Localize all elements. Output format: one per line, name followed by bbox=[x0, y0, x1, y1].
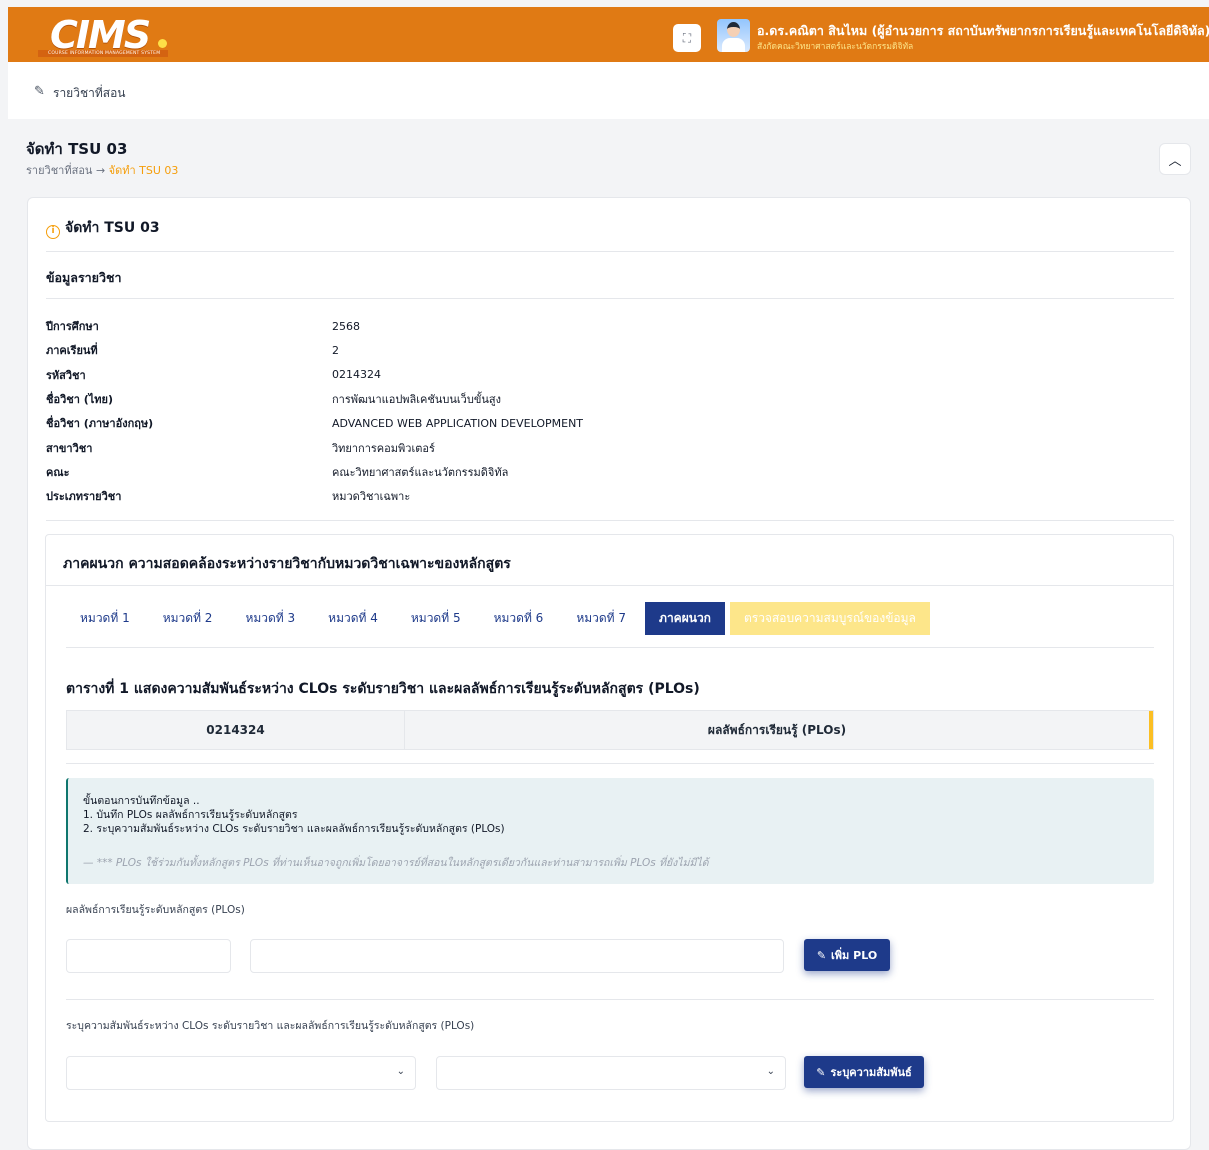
chevron-down-icon[interactable]: ⌄ bbox=[1188, 25, 1197, 38]
tab-section-2[interactable]: หมวดที่ 2 bbox=[149, 602, 227, 635]
info-value: วิทยาการคอมพิวเตอร์ bbox=[332, 441, 435, 455]
info-value: การพัฒนาแอปพลิเคชันบนเว็บขั้นสูง bbox=[332, 393, 501, 407]
section-title-course-info: ข้อมูลรายวิชา bbox=[46, 270, 122, 285]
fullscreen-icon: ⛶ bbox=[682, 30, 692, 45]
tab-section-4[interactable]: หมวดที่ 4 bbox=[314, 602, 392, 635]
chevron-down-icon: ⌄ bbox=[396, 1066, 405, 1077]
edit-icon: ✎ bbox=[816, 948, 827, 962]
info-row: ภาคเรียนที่ 2 bbox=[46, 338, 846, 362]
avatar-head bbox=[727, 22, 740, 37]
info-value: 0214324 bbox=[332, 368, 381, 382]
info-label: รหัสวิชา bbox=[46, 368, 86, 382]
tab-check-completeness[interactable]: ตรวจสอบความสมบูรณ์ของข้อมูล bbox=[729, 602, 930, 635]
divider bbox=[46, 251, 1174, 252]
edit-icon: ✎ bbox=[34, 84, 45, 99]
info-value: 2 bbox=[332, 343, 339, 357]
tab-appendix[interactable]: ภาคผนวก bbox=[645, 602, 725, 635]
card-title: i จัดทำ TSU 03 bbox=[46, 217, 160, 239]
specify-relation-label: ระบุความสัมพันธ์ bbox=[830, 1066, 912, 1079]
sub-nav-bar: ✎ รายวิชาที่สอน bbox=[8, 62, 1209, 119]
add-plo-label: เพิ่ม PLO bbox=[831, 949, 878, 962]
nav-taught-courses[interactable]: รายวิชาที่สอน bbox=[53, 84, 125, 103]
page-header: จัดทำ TSU 03 รายวิชาที่สอน → จัดทำ TSU 0… bbox=[8, 125, 1209, 187]
info-label: ชื่อวิชา (ไทย) bbox=[46, 393, 114, 407]
clo-select[interactable]: ⌄ bbox=[66, 1056, 416, 1090]
info-value: 2568 bbox=[332, 319, 360, 333]
table-header-course-code: 0214324 bbox=[67, 711, 405, 749]
info-value: ADVANCED WEB APPLICATION DEVELOPMENT bbox=[332, 416, 584, 430]
info-icon: i bbox=[46, 225, 60, 239]
instructions-box: ขั้นตอนการบันทึกข้อมูล .. 1. บันทึก PLOs… bbox=[66, 778, 1154, 884]
add-plo-button[interactable]: ✎ เพิ่ม PLO bbox=[804, 939, 890, 971]
info-label: ชื่อวิชา (ภาษาอังกฤษ) bbox=[46, 417, 154, 431]
info-row: ประเภทรายวิชา หมวดวิชาเฉพาะ bbox=[46, 484, 846, 508]
step-2: 2. ระบุความสัมพันธ์ระหว่าง CLOs ระดับราย… bbox=[83, 823, 505, 835]
appendix-title: ภาคผนวก ความสอดคล้องระหว่างรายวิชากับหมว… bbox=[63, 556, 511, 572]
divider bbox=[66, 647, 1154, 648]
info-label: ปีการศึกษา bbox=[46, 320, 99, 334]
info-row: คณะ คณะวิทยาศาสตร์และนวัตกรรมดิจิทัล bbox=[46, 460, 846, 484]
tab-section-5[interactable]: หมวดที่ 5 bbox=[397, 602, 475, 635]
plo-code-input[interactable] bbox=[66, 939, 231, 973]
clo-plo-table-header: 0214324 ผลลัพธ์การเรียนรู้ (PLOs) bbox=[66, 710, 1154, 750]
specify-relation-button[interactable]: ✎ ระบุความสัมพันธ์ bbox=[804, 1056, 924, 1088]
plo-field-label: ผลลัพธ์การเรียนรู้ระดับหลักสูตร (PLOs) bbox=[66, 904, 245, 916]
info-value: คณะวิทยาศาสตร์และนวัตกรรมดิจิทัล bbox=[332, 465, 509, 479]
user-department: สังกัดคณะวิทยาศาสตร์และนวัตกรรมดิจิทัล bbox=[757, 42, 914, 52]
info-row: รหัสวิชา 0214324 bbox=[46, 363, 846, 387]
fullscreen-button[interactable]: ⛶ bbox=[673, 24, 701, 52]
user-name[interactable]: อ.ดร.คณิตา สินไหม (ผู้อำนวยการ สถาบันทรั… bbox=[757, 21, 1209, 41]
breadcrumb: รายวิชาที่สอน → จัดทำ TSU 03 bbox=[26, 161, 178, 179]
logo-dot bbox=[158, 39, 167, 48]
plo-select[interactable]: ⌄ bbox=[436, 1056, 786, 1090]
info-label: ภาคเรียนที่ bbox=[46, 344, 98, 358]
info-label: สาขาวิชา bbox=[46, 441, 93, 455]
avatar-body bbox=[722, 38, 745, 52]
relation-field-label: ระบุความสัมพันธ์ระหว่าง CLOs ระดับรายวิช… bbox=[66, 1020, 475, 1032]
breadcrumb-current: จัดทำ TSU 03 bbox=[108, 164, 179, 177]
info-row: สาขาวิชา วิทยาการคอมพิวเตอร์ bbox=[46, 435, 846, 459]
logo-subtitle: COURSE INFORMATION MANAGEMENT SYSTEM bbox=[48, 51, 161, 56]
plo-description-input[interactable] bbox=[250, 939, 784, 973]
tab-section-1[interactable]: หมวดที่ 1 bbox=[66, 602, 144, 635]
info-label: คณะ bbox=[46, 465, 70, 479]
divider bbox=[46, 520, 1174, 521]
chevron-up-icon: ︿ bbox=[1168, 153, 1182, 169]
tab-section-6[interactable]: หมวดที่ 6 bbox=[480, 602, 558, 635]
plo-note: — *** PLOs ใช้ร่วมกันทั้งหลักสูตร PLOs ท… bbox=[83, 857, 709, 869]
info-row: ชื่อวิชา (ไทย) การพัฒนาแอปพลิเคชันบนเว็บข… bbox=[46, 387, 846, 411]
card-title-text: จัดทำ TSU 03 bbox=[65, 220, 160, 236]
main-card: i จัดทำ TSU 03 ข้อมูลรายวิชา ปีการศึกษา 25… bbox=[27, 197, 1191, 1150]
info-value: หมวดวิชาเฉพาะ bbox=[332, 490, 411, 504]
divider bbox=[66, 999, 1154, 1000]
breadcrumb-arrow-icon: → bbox=[95, 164, 106, 177]
section-tabs: หมวดที่ 1 หมวดที่ 2 หมวดที่ 3 หมวดที่ 4 … bbox=[66, 602, 935, 635]
divider bbox=[46, 585, 1173, 586]
table-title: ตารางที่ 1 แสดงความสัมพันธ์ระหว่าง CLOs … bbox=[66, 681, 700, 697]
info-row: ชื่อวิชา (ภาษาอังกฤษ) ADVANCED WEB APPLIC… bbox=[46, 411, 846, 435]
cims-logo[interactable]: CIMS COURSE INFORMATION MANAGEMENT SYSTE… bbox=[38, 11, 188, 59]
appendix-panel: ภาคผนวก ความสอดคล้องระหว่างรายวิชากับหมว… bbox=[45, 534, 1174, 1122]
page: CIMS COURSE INFORMATION MANAGEMENT SYSTE… bbox=[0, 0, 1209, 1150]
edit-icon: ✎ bbox=[816, 1065, 826, 1079]
tab-section-7[interactable]: หมวดที่ 7 bbox=[562, 602, 640, 635]
collapse-button[interactable]: ︿ bbox=[1159, 143, 1191, 175]
avatar[interactable] bbox=[717, 19, 750, 52]
divider bbox=[66, 763, 1154, 764]
table-header-plos: ผลลัพธ์การเรียนรู้ (PLOs) bbox=[405, 711, 1153, 749]
divider bbox=[46, 298, 1174, 299]
chevron-down-icon: ⌄ bbox=[766, 1066, 775, 1077]
info-row: ปีการศึกษา 2568 bbox=[46, 314, 846, 338]
info-label: ประเภทรายวิชา bbox=[46, 490, 122, 504]
course-info-list: ปีการศึกษา 2568 ภาคเรียนที่ 2 รหัสวิชา 0214… bbox=[46, 314, 846, 508]
top-bar: CIMS COURSE INFORMATION MANAGEMENT SYSTE… bbox=[8, 7, 1209, 62]
page-title: จัดทำ TSU 03 bbox=[26, 140, 128, 158]
breadcrumb-root[interactable]: รายวิชาที่สอน bbox=[26, 164, 92, 177]
tab-section-3[interactable]: หมวดที่ 3 bbox=[231, 602, 309, 635]
